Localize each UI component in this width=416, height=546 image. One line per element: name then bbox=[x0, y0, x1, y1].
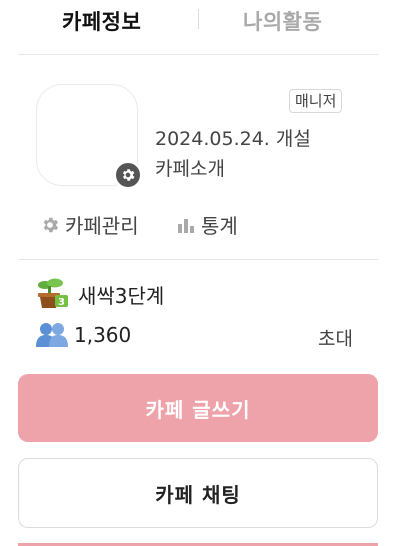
top-tabs: 카페정보 나의활동 bbox=[0, 0, 416, 44]
tab-divider bbox=[198, 9, 199, 29]
bar-chart-icon bbox=[178, 218, 194, 233]
svg-text:3: 3 bbox=[58, 297, 65, 308]
stats-link[interactable]: 통계 bbox=[176, 210, 238, 239]
tab-my-activity[interactable]: 나의활동 bbox=[243, 6, 322, 36]
stats-label: 통계 bbox=[201, 214, 238, 238]
cafe-chat-button[interactable]: 카페 채팅 bbox=[18, 458, 378, 528]
members-count: 1,360 bbox=[74, 323, 132, 347]
role-badge: 매니저 bbox=[289, 89, 343, 113]
gear-icon bbox=[43, 217, 59, 232]
member-level[interactable]: 3 새싹3단계 bbox=[36, 278, 164, 310]
cafe-manage-label: 카페관리 bbox=[65, 214, 139, 238]
member-count[interactable]: 1,360 bbox=[36, 322, 131, 348]
sprout-pot-icon: 3 bbox=[38, 278, 68, 308]
settings-gear-icon[interactable] bbox=[114, 161, 142, 189]
invite-link[interactable]: 초대 bbox=[318, 324, 353, 351]
divider bbox=[18, 259, 378, 260]
tab-cafe-info[interactable]: 카페정보 bbox=[62, 6, 141, 36]
cafe-manage-link[interactable]: 카페관리 bbox=[40, 210, 139, 239]
divider bbox=[18, 54, 378, 55]
cafe-intro-link[interactable]: 카페소개 bbox=[155, 154, 225, 181]
write-post-button[interactable]: 카페 글쓰기 bbox=[18, 374, 378, 442]
level-label: 새싹3단계 bbox=[78, 283, 165, 308]
created-date: 2024.05.24. 개설 bbox=[155, 128, 311, 150]
members-icon bbox=[36, 323, 68, 347]
